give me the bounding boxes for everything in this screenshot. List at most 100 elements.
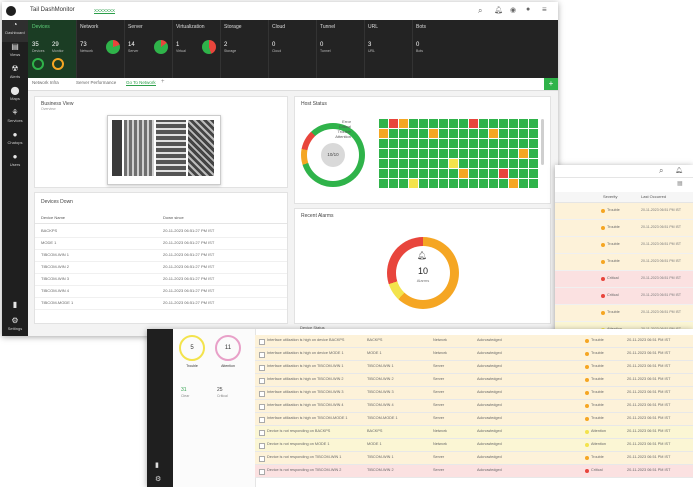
heatmap-cell[interactable] xyxy=(509,169,518,178)
heatmap-cell[interactable] xyxy=(469,129,478,138)
heatmap-cell[interactable] xyxy=(379,179,388,188)
heatmap-cell[interactable] xyxy=(419,159,428,168)
heatmap-cell[interactable] xyxy=(479,129,488,138)
heatmap-cell[interactable] xyxy=(529,139,538,148)
alarm-list-row[interactable]: Device is not responding on TIBCOM-WIN 2… xyxy=(255,465,693,478)
heatmap-cell[interactable] xyxy=(509,159,518,168)
heatmap-cell[interactable] xyxy=(389,139,398,148)
nav-views[interactable]: ▤ Views xyxy=(2,42,28,64)
alarm-row[interactable]: Critical 20-11-2023 06:51 PM IST xyxy=(555,271,693,288)
alarm-list-row[interactable]: Interface utilization is high on TIBCOM-… xyxy=(255,361,693,374)
alarm-list-row[interactable]: Device is not responding on MODE 1 MODE … xyxy=(255,439,693,452)
summary-server[interactable]: Server 14 Server xyxy=(124,20,173,78)
heatmap-cell[interactable] xyxy=(499,149,508,158)
heatmap-cell[interactable] xyxy=(479,159,488,168)
tab-go-to-network[interactable]: Go To Network xyxy=(126,80,156,86)
heatmap-cell[interactable] xyxy=(489,179,498,188)
attention-count[interactable]: 11 xyxy=(215,335,241,361)
add-tab-icon[interactable]: + xyxy=(161,79,165,85)
heatmap-cell[interactable] xyxy=(509,129,518,138)
heatmap-cell[interactable] xyxy=(399,159,408,168)
heatmap-cell[interactable] xyxy=(389,169,398,178)
heatmap-cell[interactable] xyxy=(519,169,528,178)
heatmap-cell[interactable] xyxy=(419,169,428,178)
heatmap-cell[interactable] xyxy=(399,129,408,138)
heatmap-cell[interactable] xyxy=(469,169,478,178)
alarm-list-row[interactable]: Interface utilization is high on TIBCOM-… xyxy=(255,413,693,426)
heatmap-cell[interactable] xyxy=(459,179,468,188)
heatmap-cell[interactable] xyxy=(409,129,418,138)
heatmap-cell[interactable] xyxy=(439,179,448,188)
alarm-list-row[interactable]: Interface utilization is high on device … xyxy=(255,335,693,348)
heatmap-cell[interactable] xyxy=(529,179,538,188)
heatmap-cell[interactable] xyxy=(439,119,448,128)
heatmap-cell[interactable] xyxy=(499,169,508,178)
heatmap-cell[interactable] xyxy=(519,179,528,188)
heatmap-cell[interactable] xyxy=(459,169,468,178)
alarm-list-row[interactable]: Interface utilization is high on TIBCOM-… xyxy=(255,374,693,387)
search-icon[interactable]: ⌕ xyxy=(478,6,482,16)
alarm-list-row[interactable]: Interface utilization is high on TIBCOM-… xyxy=(255,387,693,400)
trouble-count[interactable]: 5 xyxy=(179,335,205,361)
app-version[interactable]: XXXXXXX xyxy=(94,8,115,13)
heatmap-cell[interactable] xyxy=(449,169,458,178)
heatmap-cell[interactable] xyxy=(459,129,468,138)
row-checkbox[interactable] xyxy=(259,339,265,345)
heatmap-cell[interactable] xyxy=(409,169,418,178)
heatmap-cell[interactable] xyxy=(469,149,478,158)
heatmap-cell[interactable] xyxy=(529,119,538,128)
nav-services[interactable]: ⚘ Services xyxy=(2,108,28,130)
nav-chatops[interactable]: ● Chatops xyxy=(2,130,28,152)
host-heatmap-grid[interactable] xyxy=(379,119,539,189)
heatmap-cell[interactable] xyxy=(499,159,508,168)
heatmap-cell[interactable] xyxy=(459,149,468,158)
heatmap-cell[interactable] xyxy=(479,119,488,128)
heatmap-cell[interactable] xyxy=(499,179,508,188)
heatmap-cell[interactable] xyxy=(459,159,468,168)
heatmap-cell[interactable] xyxy=(439,159,448,168)
heatmap-cell[interactable] xyxy=(389,179,398,188)
nav-users[interactable]: ● Users xyxy=(2,152,28,174)
heatmap-cell[interactable] xyxy=(489,139,498,148)
add-widget-button[interactable]: + xyxy=(544,78,558,90)
heatmap-cell[interactable] xyxy=(399,119,408,128)
row-checkbox[interactable] xyxy=(259,365,265,371)
heatmap-cell[interactable] xyxy=(449,159,458,168)
bar-chart-icon[interactable]: ▮ xyxy=(155,461,159,469)
heatmap-cell[interactable] xyxy=(529,159,538,168)
alarm-row[interactable]: Trouble 20-11-2023 06:51 PM IST xyxy=(555,203,693,220)
heatmap-cell[interactable] xyxy=(409,179,418,188)
alarm-list-row[interactable]: Device is not responding on BACKPS BACKP… xyxy=(255,426,693,439)
heatmap-cell[interactable] xyxy=(449,129,458,138)
heatmap-cell[interactable] xyxy=(379,129,388,138)
heatmap-cell[interactable] xyxy=(419,119,428,128)
heatmap-cell[interactable] xyxy=(419,149,428,158)
tab-network-infra[interactable]: Network Infra xyxy=(32,80,59,85)
heatmap-cell[interactable] xyxy=(499,139,508,148)
heatmap-cell[interactable] xyxy=(399,149,408,158)
heatmap-cell[interactable] xyxy=(429,179,438,188)
heatmap-cell[interactable] xyxy=(399,179,408,188)
heatmap-cell[interactable] xyxy=(479,179,488,188)
heatmap-cell[interactable] xyxy=(419,179,428,188)
heatmap-cell[interactable] xyxy=(499,129,508,138)
heatmap-cell[interactable] xyxy=(399,169,408,178)
row-checkbox[interactable] xyxy=(259,430,265,436)
heatmap-cell[interactable] xyxy=(449,149,458,158)
heatmap-cell[interactable] xyxy=(509,179,518,188)
heatmap-cell[interactable] xyxy=(429,119,438,128)
summary-network[interactable]: Network 73 Network xyxy=(76,20,125,78)
summary-bots[interactable]: Bots 0 Bots xyxy=(412,20,558,78)
heatmap-cell[interactable] xyxy=(389,159,398,168)
heatmap-cell[interactable] xyxy=(389,119,398,128)
heatmap-cell[interactable] xyxy=(519,119,528,128)
heatmap-cell[interactable] xyxy=(509,119,518,128)
recent-alarms-donut[interactable]: 🔔︎ 10 Alarms xyxy=(387,237,459,309)
heatmap-cell[interactable] xyxy=(379,159,388,168)
heatmap-cell[interactable] xyxy=(499,119,508,128)
heatmap-cell[interactable] xyxy=(489,169,498,178)
heatmap-cell[interactable] xyxy=(529,129,538,138)
heatmap-cell[interactable] xyxy=(439,149,448,158)
heatmap-cell[interactable] xyxy=(479,139,488,148)
gear-icon[interactable]: ⚙ xyxy=(155,475,161,483)
